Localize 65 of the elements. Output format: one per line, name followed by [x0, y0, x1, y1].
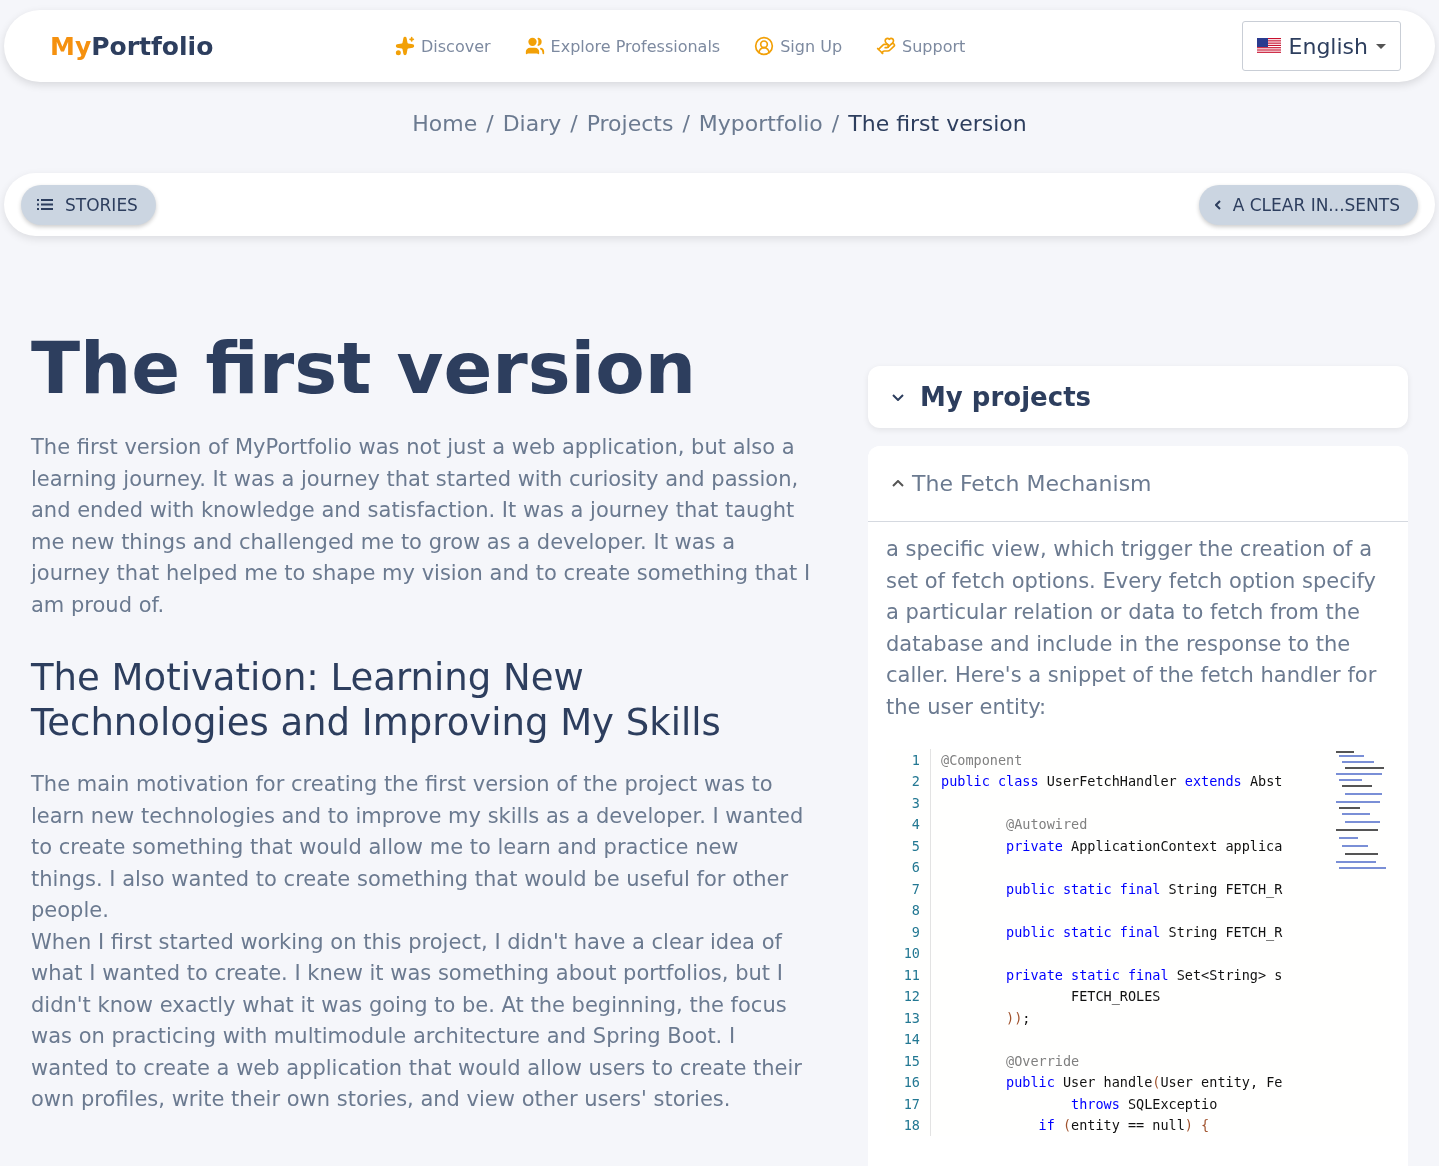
breadcrumb-link[interactable]: Projects — [586, 111, 674, 137]
code-line: FETCH_ROLES — [930, 985, 1161, 1007]
line-number: 11 — [902, 966, 921, 983]
code-line: public User handle(User entity, Fe — [930, 1071, 1283, 1093]
line-number: 12 — [902, 988, 921, 1005]
previous-story-button[interactable]: A CLEAR IN...SENTS — [1198, 184, 1418, 225]
line-number: 4 — [910, 816, 921, 833]
line-number: 16 — [902, 1074, 921, 1091]
chevron-left-icon — [1214, 199, 1221, 210]
breadcrumb-separator: / — [570, 111, 578, 137]
logo[interactable]: MyPortfolio — [50, 31, 395, 61]
code-line: @Component — [930, 749, 1023, 771]
body-paragraph: The main motivation for creating the first version of the project was to learn new technologies and to improve my skills as a developer. I wanted to create something that would allow me to learn and practice new things. I also wanted to create something that would be useful for other people. — [31, 771, 805, 924]
nav-link[interactable]: Discover — [395, 36, 491, 57]
user-icon — [754, 36, 775, 57]
breadcrumb-link[interactable]: Home — [412, 111, 478, 137]
code-line: private ApplicationContext applica — [930, 835, 1283, 857]
breadcrumb-separator: / — [831, 111, 840, 137]
chevron-down-icon — [892, 393, 904, 401]
code-line: throws SQLExceptio — [930, 1093, 1218, 1115]
intro-paragraph: The first version of MyPortfolio was not just a web application, but also a learning journey. It was a journey that started with curiosity and passion, and ended with knowledge and satisfaction. It was a journey that taught me new things and challenged me to grow as a developer. It was a journey that helped me to shape my vision and to create something that I am proud of. — [31, 434, 812, 619]
projects-toggle[interactable]: My projects — [868, 366, 1408, 428]
sparkles-icon — [395, 36, 415, 57]
code-line: @Override — [930, 1050, 1080, 1072]
code-line: )); — [930, 1007, 1031, 1029]
line-number: 18 — [902, 1117, 921, 1134]
line-number: 9 — [910, 923, 921, 940]
line-number: 7 — [910, 880, 921, 897]
breadcrumb-separator: / — [682, 111, 690, 137]
hand-heart-icon — [876, 36, 897, 57]
breadcrumb-separator: / — [486, 111, 494, 137]
code-line: @Autowired — [930, 813, 1088, 835]
current-page-link[interactable]: The first version — [848, 111, 1027, 137]
line-number: 6 — [910, 859, 921, 876]
code-line: public static final String FETCH_R — [930, 878, 1283, 900]
list-icon — [37, 199, 53, 211]
line-number: 8 — [910, 902, 921, 919]
chevron-up-icon — [892, 480, 904, 487]
nav-link[interactable]: Support — [876, 36, 966, 57]
code-line: public class UserFetchHandler extends Abst — [930, 770, 1283, 792]
line-number: 1 — [910, 751, 921, 768]
nav-link[interactable]: Sign Up — [754, 36, 843, 57]
nav-link[interactable]: Explore Professionals — [524, 36, 721, 57]
code-line: if (entity == null) { — [930, 1114, 1210, 1136]
section-heading: The Motivation: Learning New Technologies and Improving My Skills — [31, 655, 722, 745]
line-number: 10 — [902, 945, 921, 962]
section-paragraph: a specific view, which trigger the creation of a set of fetch options. Every fetch option specify a particular relation or data to fetch from the database and include in the response to the caller. Here's a snippet of the fetch handler for the user entity: — [886, 536, 1378, 721]
people-icon — [524, 36, 545, 57]
line-number: 13 — [902, 1009, 921, 1026]
language-dropdown[interactable]: English — [1241, 21, 1401, 72]
code-line: public static final String FETCH_R — [930, 921, 1283, 943]
flag-icon — [1256, 38, 1281, 55]
breadcrumb-link[interactable]: Myportfolio — [698, 111, 823, 137]
line-number: 15 — [902, 1052, 921, 1069]
breadcrumb-link[interactable]: Diary — [502, 111, 562, 137]
stories-button[interactable]: STORIES — [21, 184, 156, 225]
body-paragraph: When I first started working on this project, I didn't have a clear idea of what I wanted to create. I knew it was something about portfolios, but I didn't know exactly what it was going to be. At the beginning, the focus was on practicing with multimodule architecture and Spring Boot. I wanted to create a web application that would allow users to create their own profiles, write their own stories, and view other users' stories. — [31, 928, 803, 1113]
caret-icon — [1376, 43, 1386, 49]
line-number: 14 — [902, 1031, 921, 1048]
line-number: 5 — [910, 837, 921, 854]
line-number: 3 — [910, 794, 921, 811]
code-line: private static final Set<String> s — [930, 964, 1283, 986]
line-number: 2 — [910, 773, 921, 790]
article-title: The first version — [31, 326, 697, 410]
line-number: 17 — [902, 1095, 921, 1112]
